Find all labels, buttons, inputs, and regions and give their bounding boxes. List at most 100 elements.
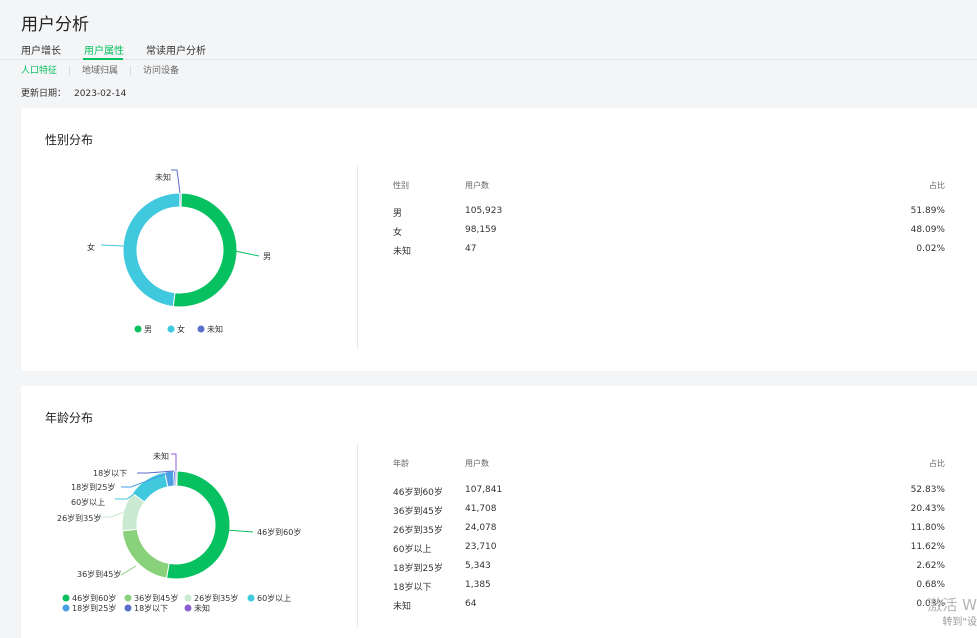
legend-label[interactable]: 36岁到45岁	[134, 593, 178, 603]
age-donut-chart: 46岁到60岁 36岁到45岁 26岁到35岁 60岁以上 18岁到25岁 18岁以下 未知…	[57, 451, 301, 613]
row-count: 64	[465, 599, 477, 609]
row-pct: 11.80%	[910, 523, 945, 533]
legend-marker[interactable]	[167, 325, 175, 333]
subtabs: 人口特征 地域归属 访问设备	[21, 64, 191, 78]
activation-watermark: 激活 W 转到"设	[917, 596, 977, 632]
donut-slice[interactable]	[121, 528, 170, 579]
legend-marker[interactable]	[62, 604, 70, 612]
row-label: 男	[393, 209, 403, 219]
legend-marker[interactable]	[197, 325, 205, 333]
slice-label: 未知	[155, 172, 171, 182]
row-label: 46岁到60岁	[393, 488, 443, 498]
donut-slice[interactable]	[179, 192, 182, 208]
legend-marker[interactable]	[62, 594, 70, 602]
update-date-label: 更新日期：	[21, 89, 67, 99]
legend-marker[interactable]	[184, 604, 192, 612]
legend-label[interactable]: 女	[177, 324, 185, 334]
gender-card: 性别分布 男女未知男女未知 性别 用户数 占比 男 105,923 51.89%…	[21, 108, 977, 371]
row-pct: 20.43%	[910, 504, 945, 514]
legend-marker[interactable]	[184, 594, 192, 602]
leader-line	[100, 244, 125, 247]
slice-label: 18岁到25岁	[71, 482, 115, 492]
leader-line	[234, 250, 260, 257]
table-row: 60岁以上 23,710 11.62%	[393, 542, 945, 556]
leader-line	[120, 565, 137, 576]
row-label: 60岁以上	[393, 545, 432, 555]
donut-slice[interactable]	[122, 192, 181, 308]
subtab-device[interactable]: 访问设备	[130, 66, 191, 76]
leader-line	[226, 529, 254, 533]
legend-marker[interactable]	[134, 325, 142, 333]
watermark-line1: 激活 W	[927, 596, 977, 614]
row-label: 女	[393, 228, 403, 238]
subtab-demographics[interactable]: 人口特征	[21, 66, 69, 76]
row-count: 5,343	[465, 561, 491, 571]
slice-label: 60岁以上	[71, 497, 105, 507]
legend-label[interactable]: 18岁到25岁	[72, 603, 116, 613]
donut-slice[interactable]	[172, 192, 238, 308]
tab-frequent-readers[interactable]: 常读用户分析	[146, 42, 206, 57]
tab-user-growth[interactable]: 用户增长	[21, 42, 61, 57]
table-row: 26岁到35岁 24,078 11.80%	[393, 523, 945, 537]
row-label: 18岁到25岁	[393, 564, 443, 574]
row-label: 26岁到35岁	[393, 526, 443, 536]
slice-label: 36岁到45岁	[77, 569, 121, 579]
table-row: 46岁到60岁 107,841 52.83%	[393, 485, 945, 499]
watermark-line2: 转到"设	[942, 617, 977, 628]
row-count: 98,159	[465, 225, 497, 235]
row-label: 未知	[393, 247, 412, 257]
donut-slice[interactable]	[165, 470, 231, 580]
age-card: 年龄分布 46岁到60岁 36岁到45岁 26岁到35岁 60岁以上 18岁到25岁 18…	[21, 386, 977, 638]
legend-marker[interactable]	[247, 594, 255, 602]
row-count: 105,923	[465, 206, 503, 216]
row-pct: 48.09%	[910, 225, 945, 235]
row-label: 18岁以下	[393, 583, 432, 593]
table-row: 18岁以下 1,385 0.68%	[393, 580, 945, 594]
legend-label[interactable]: 18岁以下	[134, 603, 168, 613]
subtab-region[interactable]: 地域归属	[69, 66, 130, 76]
slice-label: 男	[263, 252, 271, 261]
slice-label: 女	[87, 242, 95, 252]
table-row: 未知 47 0.02%	[393, 244, 945, 258]
row-count: 24,078	[465, 523, 497, 533]
table-row: 男 105,923 51.89%	[393, 206, 945, 220]
gender-col-header: 性别	[393, 181, 409, 190]
tab-user-attributes[interactable]: 用户属性	[84, 42, 124, 57]
leader-line	[171, 169, 181, 194]
legend-marker[interactable]	[124, 604, 132, 612]
slice-label: 未知	[153, 451, 169, 461]
active-tab-indicator	[83, 58, 123, 60]
row-count: 1,385	[465, 580, 491, 590]
row-label: 未知	[393, 602, 412, 612]
slice-label: 46岁到60岁	[257, 527, 301, 537]
age-count-header: 用户数	[465, 459, 489, 468]
update-date-value: 2023-02-14	[74, 89, 127, 99]
slice-label: 26岁到35岁	[57, 513, 101, 523]
legend-label[interactable]: 未知	[194, 603, 210, 613]
age-pct-header: 占比	[929, 459, 945, 468]
update-date: 更新日期： 2023-02-14	[21, 86, 126, 99]
gender-divider	[357, 166, 358, 349]
age-col-header: 年龄	[393, 459, 409, 468]
donut-slice[interactable]	[131, 471, 169, 503]
table-row: 18岁到25岁 5,343 2.62%	[393, 561, 945, 575]
legend-label[interactable]: 未知	[207, 324, 223, 334]
gender-pct-header: 占比	[929, 181, 945, 190]
leader-line	[171, 453, 177, 471]
donut-slice[interactable]	[175, 470, 178, 487]
row-count: 107,841	[465, 485, 503, 495]
legend-marker[interactable]	[124, 594, 132, 602]
row-pct: 0.68%	[916, 580, 945, 590]
legend-label[interactable]: 60岁以上	[257, 593, 291, 603]
age-divider	[357, 444, 358, 627]
legend-label[interactable]: 26岁到35岁	[194, 593, 238, 603]
row-pct: 11.62%	[910, 542, 945, 552]
row-pct: 2.62%	[916, 561, 945, 571]
table-row: 未知 64 0.03%	[393, 599, 945, 613]
legend-label[interactable]: 男	[144, 325, 152, 334]
row-label: 36岁到45岁	[393, 507, 443, 517]
row-count: 47	[465, 244, 477, 254]
table-row: 36岁到45岁 41,708 20.43%	[393, 504, 945, 518]
legend-label[interactable]: 46岁到60岁	[72, 593, 116, 603]
gender-count-header: 用户数	[465, 181, 489, 190]
